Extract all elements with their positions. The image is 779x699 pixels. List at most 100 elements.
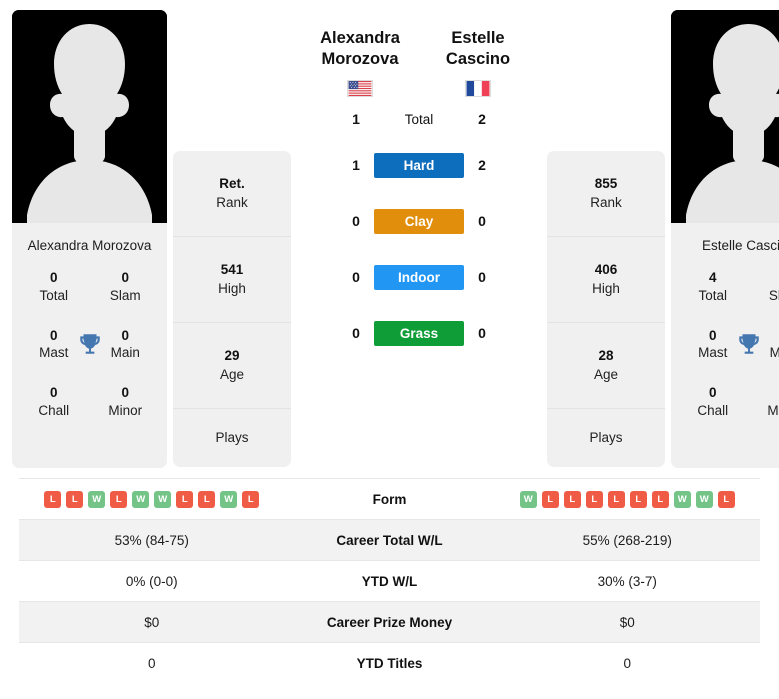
last-name: Cascino [445, 50, 511, 69]
h2h-surface-bar-hard[interactable]: Hard [374, 152, 464, 178]
player-comparison: Alexandra Morozova 0 Total 0 Slam 0 Mast… [0, 0, 779, 470]
player-name-left: Alexandra Morozova [27, 238, 152, 253]
stat-label: Plays [589, 429, 623, 445]
h2h-score-left: 0 [352, 269, 360, 286]
h2h-surface-bar-indoor[interactable]: Indoor [374, 264, 464, 290]
stat-value: 541 [220, 262, 244, 278]
stat-label: Rank [216, 194, 248, 210]
form-badge-loss[interactable]: L [176, 490, 194, 508]
title-value: 0 [749, 269, 779, 287]
stat-value: 29 [224, 348, 240, 364]
stat-value: Ret. [219, 176, 245, 192]
form-badge-loss[interactable]: L [110, 490, 128, 508]
player-card-right: Estelle Cascino 4 Total 0 Slam 0 Mast 0 … [671, 223, 779, 468]
title-stat-total: 4 Total [677, 269, 749, 305]
head-to-head-center: Alexandra Morozova Estelle Cascino 1 Tot… [297, 10, 541, 361]
form-badge-loss[interactable]: L [651, 490, 669, 508]
title-stat-minor: 4 Minor [749, 384, 779, 420]
stat-high-left: 541 High [173, 237, 291, 323]
form-badge-loss[interactable]: L [563, 490, 581, 508]
form-badge-loss[interactable]: L [717, 490, 735, 508]
title-value: 0 [49, 385, 58, 401]
stat-value: 855 [594, 176, 618, 192]
title-label: Slam [109, 287, 141, 303]
form-cell-left: LLWLWWLLWL [19, 479, 285, 520]
h2h-row-clay: 0 Clay 0 [301, 193, 537, 249]
stat-age-left: 29 Age [173, 323, 291, 409]
h2h-score-right: 0 [478, 213, 486, 230]
h2h-score-left: 1 [352, 157, 360, 174]
title-label: Minor [767, 403, 779, 419]
h2h-row-total: 1 Total 2 [301, 101, 537, 137]
table-row-career-prize-money: $0 Career Prize Money $0 [19, 601, 760, 643]
form-badge-win[interactable]: W [88, 490, 106, 508]
h2h-score-left: 1 [352, 111, 360, 128]
headline-name-left: Alexandra Morozova [301, 28, 419, 98]
value-right: 30% (3-7) [597, 573, 657, 589]
us-flag-icon [347, 80, 373, 98]
player-card-left: Alexandra Morozova 0 Total 0 Slam 0 Mast… [12, 223, 167, 468]
h2h-score-left: 0 [352, 213, 360, 230]
title-value: 0 [708, 385, 717, 401]
titles-grid-right: 4 Total 0 Slam 0 Mast 0 Main 0 Chall [677, 269, 779, 420]
value-left: 0% (0-0) [125, 573, 178, 589]
form-badge-win[interactable]: W [519, 490, 537, 508]
form-badge-loss[interactable]: L [66, 490, 84, 508]
h2h-surface-bar-grass[interactable]: Grass [374, 320, 464, 346]
form-cell-right: WLLLLLLWWL [495, 479, 761, 520]
title-label: Total [698, 287, 728, 303]
avatar-right [671, 10, 779, 223]
form-badge-loss[interactable]: L [607, 490, 625, 508]
stat-column-right: 855 Rank 406 High 28 Age Plays [547, 151, 665, 467]
value-left: 53% (84-75) [114, 532, 189, 548]
title-value: 0 [121, 385, 129, 401]
stat-high-right: 406 High [547, 237, 665, 323]
h2h-score-left: 0 [352, 325, 360, 342]
form-badge-loss[interactable]: L [541, 490, 559, 508]
last-name: Morozova [321, 50, 399, 69]
title-label: Total [39, 287, 69, 303]
form-badge-win[interactable]: W [132, 490, 150, 508]
value-right: $0 [619, 614, 635, 630]
form-badge-win[interactable]: W [220, 490, 238, 508]
form-badge-win[interactable]: W [695, 490, 713, 508]
form-strip-right: WLLLLLLWWL [495, 490, 761, 508]
titles-grid-left: 0 Total 0 Slam 0 Mast 0 Main 0 Chall 0 M… [18, 269, 161, 420]
headline-name-right: Estelle Cascino [419, 28, 537, 98]
stat-column-left: Ret. Rank 541 High 29 Age Plays [173, 151, 291, 467]
title-value: 4 [708, 270, 717, 285]
row-label-form: Form [372, 491, 407, 507]
row-label-career-total-wl: Career Total W/L [336, 532, 443, 548]
form-badge-loss[interactable]: L [198, 490, 216, 508]
stat-value: 28 [598, 348, 614, 364]
table-row-career-total-wl: 53% (84-75) Career Total W/L 55% (268-21… [19, 519, 760, 561]
value-left: $0 [144, 614, 160, 630]
stat-plays-right: Plays [547, 409, 665, 467]
stat-rank-right: 855 Rank [547, 151, 665, 237]
table-row-form: LLWLWWLLWL Form WLLLLLLWWL [19, 478, 761, 520]
title-value: 4 [749, 384, 779, 402]
fr-flag-icon [465, 80, 491, 98]
stat-plays-left: Plays [173, 409, 291, 467]
stat-age-right: 28 Age [547, 323, 665, 409]
player-avatar-placeholder-icon [671, 10, 779, 223]
title-label: Chall [697, 403, 729, 419]
stat-rank-left: Ret. Rank [173, 151, 291, 237]
h2h-surface-bar-clay[interactable]: Clay [374, 208, 464, 234]
stat-label: Plays [215, 429, 249, 445]
stat-label: Age [593, 366, 619, 382]
h2h-row-hard: 1 Hard 2 [301, 137, 537, 193]
row-label-ytd-wl: YTD W/L [361, 573, 418, 589]
avatar-left [12, 10, 167, 223]
form-badge-loss[interactable]: L [629, 490, 647, 508]
form-badge-win[interactable]: W [673, 490, 691, 508]
h2h-row-grass: 0 Grass 0 [301, 305, 537, 361]
h2h-score-right: 2 [478, 111, 486, 128]
form-badge-loss[interactable]: L [242, 490, 260, 508]
form-badge-loss[interactable]: L [44, 490, 62, 508]
h2h-row-indoor: 0 Indoor 0 [301, 249, 537, 305]
stat-label: Age [219, 366, 245, 382]
h2h-score-right: 0 [478, 269, 486, 286]
form-badge-win[interactable]: W [154, 490, 172, 508]
form-badge-loss[interactable]: L [585, 490, 603, 508]
